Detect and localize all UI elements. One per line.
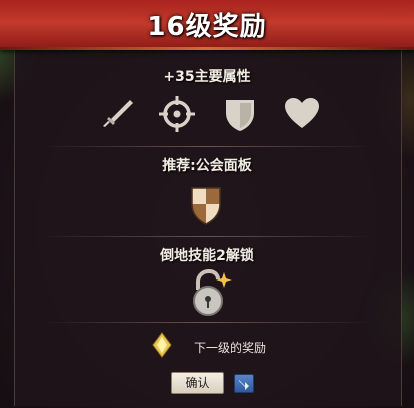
sword-icon — [100, 96, 136, 136]
diamond-icon — [152, 332, 172, 362]
section-divider — [40, 236, 374, 237]
padlock-icon — [188, 268, 234, 322]
guild-shield-icon[interactable] — [189, 184, 223, 230]
section-divider — [40, 146, 374, 147]
section-divider — [40, 322, 374, 323]
heart-icon — [283, 96, 321, 134]
dialog-title: 16级奖励 — [147, 12, 267, 42]
confirm-button[interactable]: 确认 — [171, 372, 224, 394]
share-button[interactable] — [234, 374, 254, 393]
unlock-label: 倒地技能2解锁 — [160, 248, 254, 264]
next-reward-label: 下一级的奖励 — [194, 341, 267, 355]
crosshair-icon — [158, 95, 196, 137]
share-arrow-icon — [239, 380, 249, 390]
stat-bonus-label: +35主要属性 — [163, 69, 251, 85]
recommend-label: 推荐:公会面板 — [162, 158, 252, 174]
shield-icon — [222, 95, 258, 137]
